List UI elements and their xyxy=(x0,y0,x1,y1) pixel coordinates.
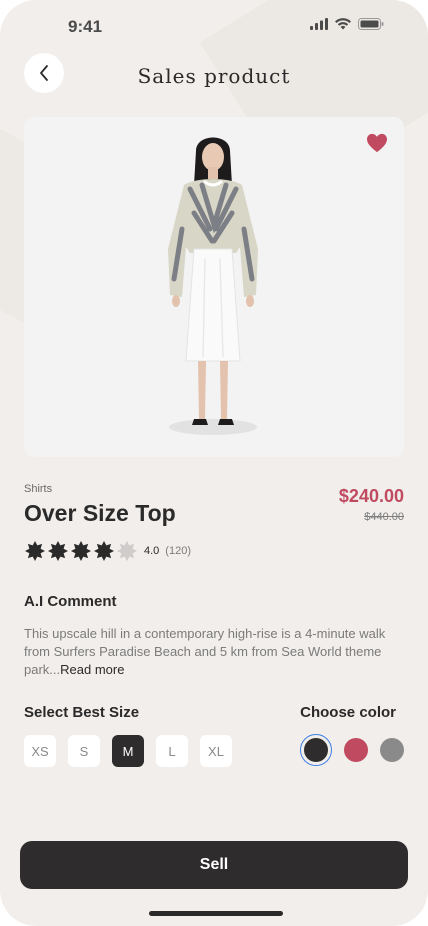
size-option-s[interactable]: S xyxy=(68,735,100,767)
product-image-card xyxy=(24,117,404,457)
star-empty-icon xyxy=(117,541,137,561)
status-icons xyxy=(310,18,384,30)
size-option-m[interactable]: M xyxy=(112,735,144,767)
color-option-gray[interactable] xyxy=(380,738,404,762)
size-option-l[interactable]: L xyxy=(156,735,188,767)
product-image xyxy=(168,137,258,435)
color-options xyxy=(300,734,404,766)
size-options: XS S M L XL xyxy=(24,735,232,767)
star-filled-icon xyxy=(71,541,91,561)
star-filled-icon xyxy=(25,541,45,561)
signal-icon xyxy=(310,18,328,30)
phone-screen: 9:41 Sales product Shirts Over Size Top … xyxy=(0,0,428,926)
status-time: 9:41 xyxy=(68,17,103,36)
favorite-heart-icon[interactable] xyxy=(366,133,388,153)
color-option-red[interactable] xyxy=(344,738,368,762)
read-more-link[interactable]: Read more xyxy=(60,662,124,677)
product-price: $240.00 xyxy=(338,486,404,506)
battery-icon xyxy=(358,18,384,30)
ai-comment-text: This upscale hill in a contemporary high… xyxy=(24,625,404,679)
product-old-price: $440.00 xyxy=(364,511,404,523)
rating-value: 4.0 xyxy=(144,545,160,557)
size-section-title: Select Best Size xyxy=(24,704,140,721)
product-category: Shirts xyxy=(24,483,53,495)
color-swatch-dark xyxy=(304,738,328,762)
wifi-icon xyxy=(335,18,351,30)
product-name: Over Size Top xyxy=(24,500,176,526)
ai-comment-title: A.I Comment xyxy=(24,593,117,610)
color-option-dark-selected[interactable] xyxy=(300,734,332,766)
rating: 4.0 (120) xyxy=(25,541,191,561)
home-indicator xyxy=(149,911,283,916)
size-option-xl[interactable]: XL xyxy=(200,735,232,767)
star-filled-icon xyxy=(48,541,68,561)
page-title: Sales product xyxy=(137,64,291,88)
star-filled-icon xyxy=(94,541,114,561)
rating-count: (120) xyxy=(165,545,191,557)
color-section-title: Choose color xyxy=(300,704,396,721)
sell-button[interactable]: Sell xyxy=(20,841,408,889)
size-option-xs[interactable]: XS xyxy=(24,735,56,767)
